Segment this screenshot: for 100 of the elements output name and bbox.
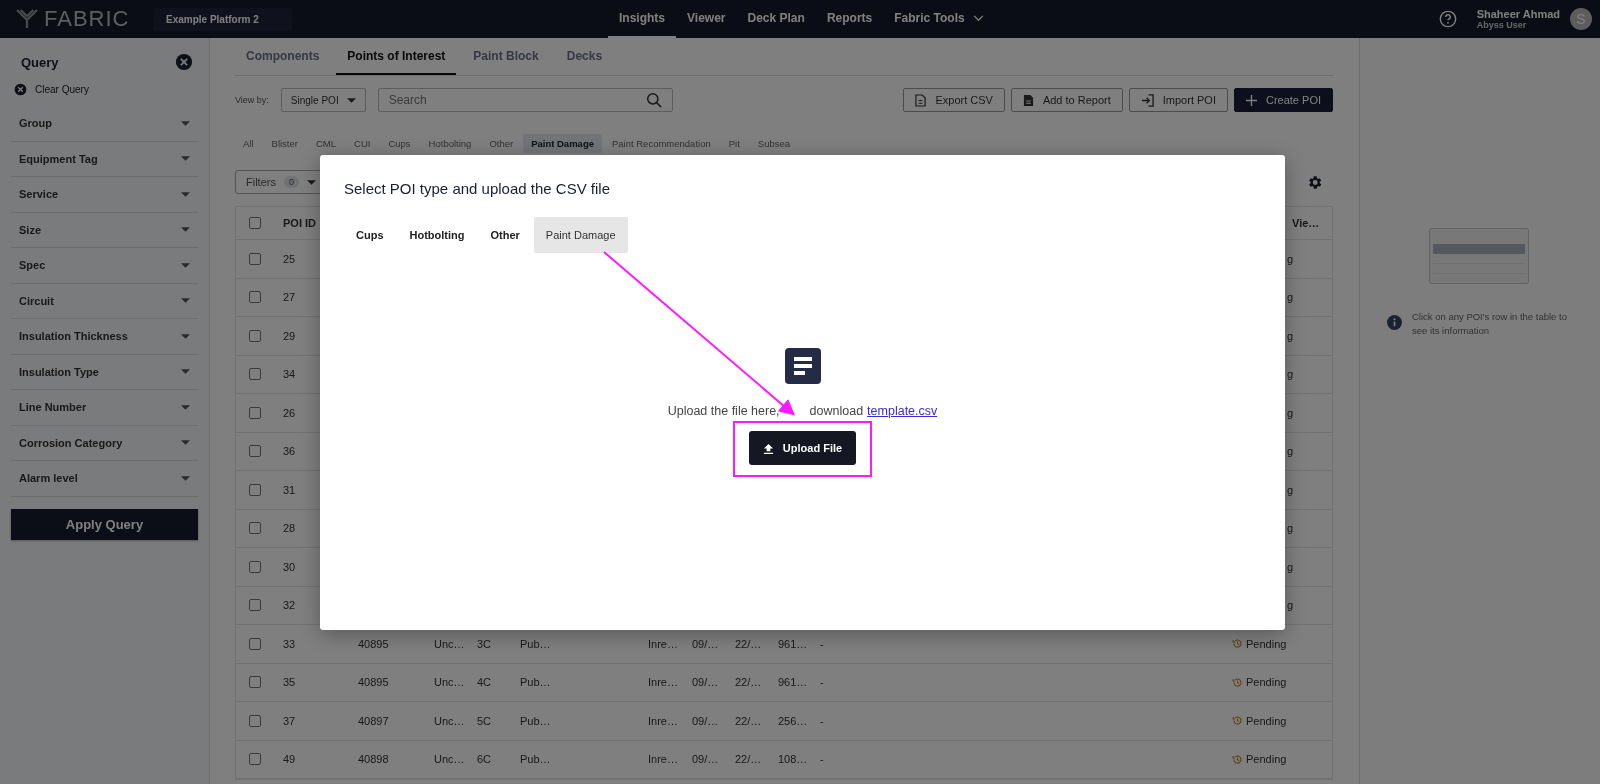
caret-icon bbox=[346, 97, 356, 103]
type-filter-chip[interactable]: Cups bbox=[380, 134, 419, 153]
row-checkbox[interactable] bbox=[249, 753, 261, 766]
view-by-dropdown[interactable]: Single POI bbox=[280, 88, 366, 112]
info-icon bbox=[1387, 315, 1402, 330]
view-by-label: View by: bbox=[235, 95, 269, 105]
apply-query-button[interactable]: Apply Query bbox=[11, 508, 198, 540]
row-checkbox[interactable] bbox=[249, 329, 261, 342]
close-icon[interactable] bbox=[175, 53, 193, 71]
tab[interactable]: Components bbox=[235, 38, 331, 75]
row-checkbox[interactable] bbox=[249, 252, 261, 265]
table-cell-text: 22/… bbox=[735, 637, 763, 650]
nav-link[interactable]: Viewer bbox=[676, 0, 737, 38]
file-icon bbox=[915, 93, 927, 107]
table-cell-text: 28 bbox=[282, 522, 297, 535]
table-cell-text: 6C bbox=[477, 753, 493, 766]
table-cell-text: 36 bbox=[282, 445, 297, 458]
tab[interactable]: Paint Block bbox=[462, 38, 550, 75]
table-cell-text: 27 bbox=[282, 291, 297, 304]
caret-icon bbox=[181, 120, 190, 126]
type-filter-chip[interactable]: CUI bbox=[346, 134, 379, 153]
tab[interactable]: Points of Interest bbox=[336, 38, 457, 75]
template-link[interactable]: template.csv bbox=[867, 404, 938, 418]
table-cell-text: 29 bbox=[282, 329, 297, 342]
table-cell-text: Unc… bbox=[434, 753, 466, 766]
import-button[interactable]: Import POI bbox=[1128, 88, 1228, 112]
tab[interactable]: Decks bbox=[555, 38, 614, 75]
row-checkbox[interactable] bbox=[249, 483, 261, 496]
chevron-icon bbox=[972, 14, 984, 22]
poi-type-tab[interactable]: Hotbolting bbox=[397, 217, 477, 253]
dialog-title: Select POI type and upload the CSV file bbox=[344, 180, 611, 197]
row-checkbox[interactable] bbox=[249, 599, 261, 612]
poi-type-tab[interactable]: Cups bbox=[344, 217, 396, 253]
table-cell-text: 5C bbox=[477, 714, 493, 727]
caret-icon bbox=[181, 262, 190, 268]
filter-dropdown[interactable]: Corrosion Category bbox=[11, 425, 198, 461]
help-icon[interactable] bbox=[1438, 10, 1457, 28]
caret-icon bbox=[181, 333, 190, 339]
search-icon bbox=[645, 92, 663, 109]
row-checkbox[interactable] bbox=[249, 406, 261, 419]
type-filter-chip[interactable]: Subsea bbox=[749, 134, 799, 153]
status-cell: Pending bbox=[1232, 637, 1332, 650]
type-filter-chip[interactable]: CML bbox=[307, 134, 345, 153]
type-filter-chip[interactable]: Hotbolting bbox=[420, 134, 480, 153]
nav-menu[interactable]: Fabric Tools bbox=[883, 0, 995, 38]
filter-dropdown[interactable]: Service bbox=[11, 177, 198, 213]
filter-dropdown[interactable]: Group bbox=[11, 106, 198, 142]
search-field[interactable]: Search bbox=[377, 88, 673, 112]
select-all-checkbox[interactable] bbox=[249, 217, 261, 229]
filter-dropdown[interactable]: Spec bbox=[11, 248, 198, 284]
type-filter-chip[interactable]: Paint Damage bbox=[523, 134, 602, 153]
row-checkbox[interactable] bbox=[249, 560, 261, 573]
filter-dropdown[interactable]: Alarm level bbox=[11, 461, 198, 497]
row-checkbox[interactable] bbox=[249, 445, 261, 458]
upload-button[interactable]: Upload File bbox=[748, 431, 857, 465]
export-button[interactable]: Export CSV bbox=[903, 88, 1005, 112]
type-filter-chip[interactable]: Blister bbox=[263, 134, 306, 153]
caret-icon bbox=[181, 298, 190, 304]
table-cell-text: Pub… bbox=[520, 637, 552, 650]
nav-link[interactable]: Insights bbox=[608, 0, 676, 38]
history-icon bbox=[1232, 753, 1243, 765]
caret-icon bbox=[181, 475, 190, 481]
filter-dropdown[interactable]: Insulation Type bbox=[11, 354, 198, 390]
row-checkbox[interactable] bbox=[249, 676, 261, 689]
filter-dropdown[interactable]: Circuit bbox=[11, 283, 198, 319]
row-checkbox[interactable] bbox=[249, 637, 261, 650]
add-to-report-button[interactable]: Add to Report bbox=[1010, 88, 1123, 112]
row-checkbox[interactable] bbox=[249, 522, 261, 535]
document-icon bbox=[1022, 93, 1034, 107]
nav-link[interactable]: Deck Plan bbox=[736, 0, 816, 38]
type-filter-chip[interactable]: Paint Recommendation bbox=[603, 134, 719, 153]
platform-selector[interactable]: Example Platform 2 bbox=[154, 7, 292, 31]
history-icon bbox=[1232, 638, 1243, 650]
type-filter-chip[interactable]: Pit bbox=[720, 134, 748, 153]
status-cell-text: g bbox=[1286, 560, 1295, 573]
table-cell-text: 09/… bbox=[692, 753, 720, 766]
settings-icon[interactable] bbox=[1306, 173, 1323, 191]
status-cell-text: g bbox=[1286, 599, 1295, 612]
create-button[interactable]: Create POI bbox=[1233, 88, 1333, 112]
table-cell-text: 09/… bbox=[692, 714, 720, 727]
status-cell-text: g bbox=[1286, 483, 1295, 496]
nav-link[interactable]: Reports bbox=[815, 0, 884, 38]
type-filter-chip[interactable]: Other bbox=[481, 134, 522, 153]
user-name: Shaheer Ahmad bbox=[1476, 8, 1560, 20]
filter-dropdown[interactable]: Line Number bbox=[11, 390, 198, 426]
table-cell-text: - bbox=[820, 637, 825, 650]
row-checkbox[interactable] bbox=[249, 368, 261, 381]
filter-dropdown[interactable]: Equipment Tag bbox=[11, 141, 198, 177]
table-cell-text: 31 bbox=[282, 483, 297, 496]
clear-query-button[interactable]: Clear Query bbox=[14, 83, 89, 96]
poi-type-tab[interactable]: Other bbox=[478, 217, 532, 253]
filter-dropdown[interactable]: Insulation Thickness bbox=[11, 319, 198, 355]
table-cell-text: 30 bbox=[282, 560, 297, 573]
row-checkbox[interactable] bbox=[249, 714, 261, 727]
table-cell-text: 34 bbox=[282, 368, 297, 381]
type-filter-chip[interactable]: All bbox=[235, 134, 262, 153]
poi-type-tab[interactable]: Paint Damage bbox=[533, 217, 628, 253]
table-cell-text: Inre… bbox=[648, 753, 679, 766]
row-checkbox[interactable] bbox=[249, 291, 261, 304]
filter-dropdown[interactable]: Size bbox=[11, 212, 198, 248]
